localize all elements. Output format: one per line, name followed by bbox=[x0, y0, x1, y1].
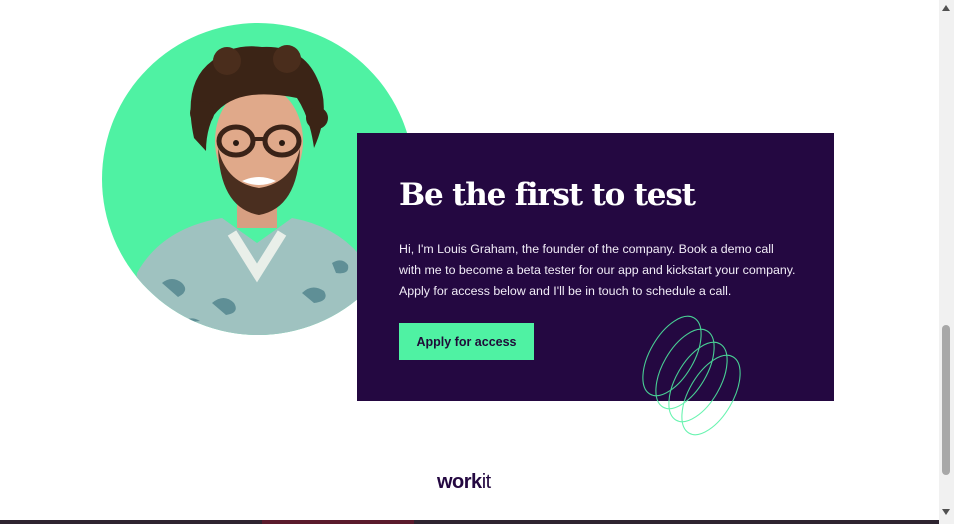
logo-light-part: it bbox=[481, 471, 492, 493]
beta-invite-card: Be the first to test Hi, I'm Louis Graha… bbox=[357, 133, 834, 436]
footer-strip bbox=[0, 520, 939, 524]
footer-image-edge bbox=[262, 520, 414, 524]
scrollbar-thumb[interactable] bbox=[942, 325, 950, 475]
scroll-down-arrow[interactable] bbox=[942, 509, 950, 515]
workit-logo[interactable]: workit bbox=[437, 471, 491, 494]
card-title: Be the first to test bbox=[399, 177, 696, 213]
logo-bold-part: work bbox=[437, 471, 482, 493]
vertical-scrollbar[interactable] bbox=[939, 0, 954, 524]
apply-for-access-button[interactable]: Apply for access bbox=[399, 323, 534, 360]
page: Be the first to test Hi, I'm Louis Graha… bbox=[0, 0, 939, 524]
decorative-rings-icon bbox=[642, 315, 741, 436]
card-description: Hi, I'm Louis Graham, the founder of the… bbox=[399, 242, 796, 298]
scroll-up-arrow[interactable] bbox=[942, 5, 950, 11]
